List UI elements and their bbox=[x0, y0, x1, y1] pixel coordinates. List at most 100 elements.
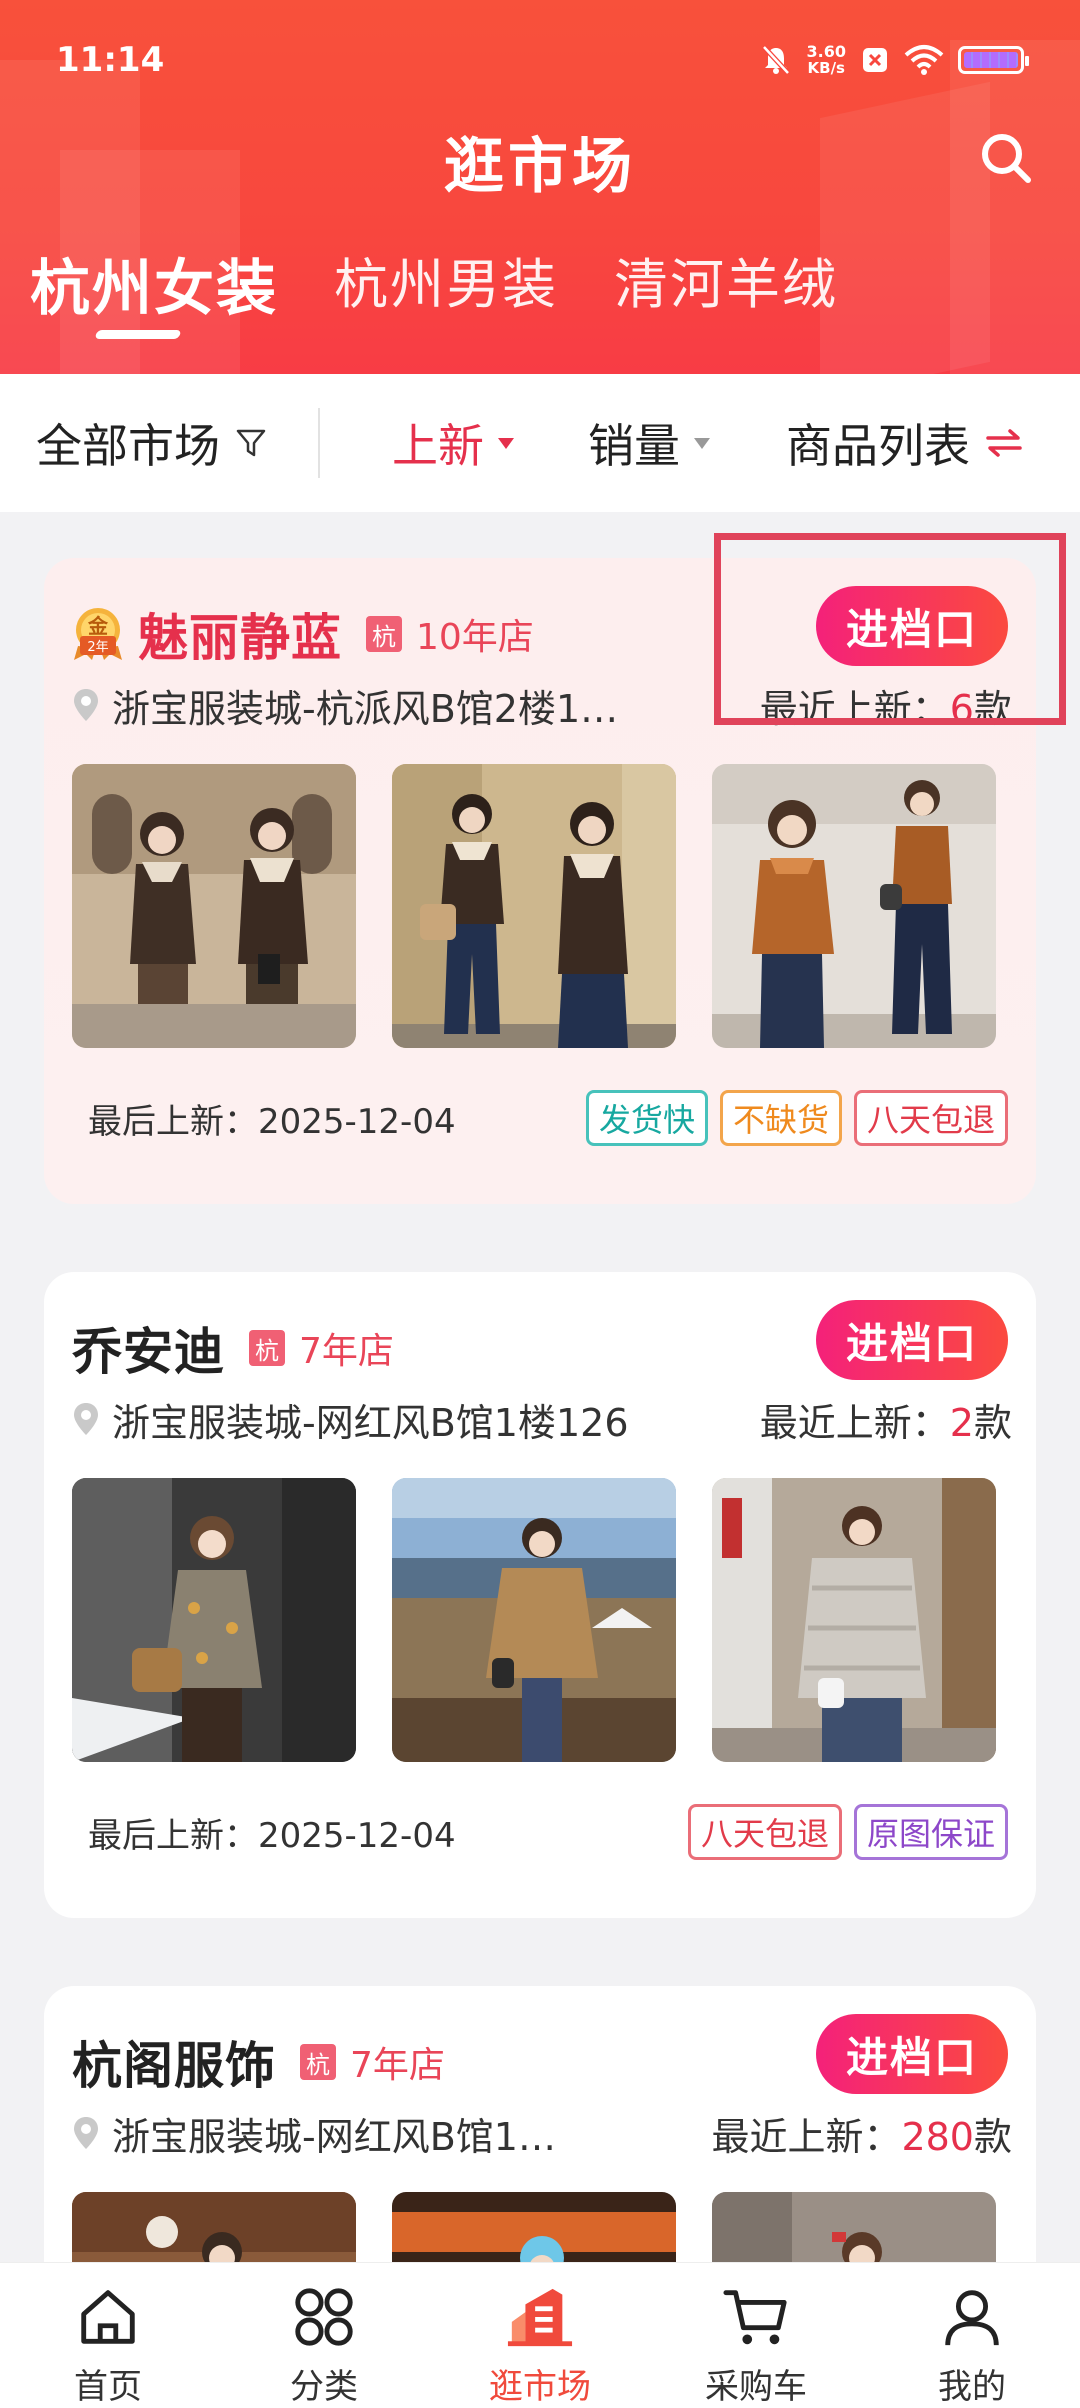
header: 11:14 3.60 KB/s 逛市场 杭州女装 杭州男装 清河羊绒 bbox=[0, 0, 1080, 374]
search-icon bbox=[982, 134, 1031, 183]
shop-header: 金 2年 魅丽静蓝 杭 10年店 bbox=[72, 598, 534, 670]
net-speed: 3.60 KB/s bbox=[807, 44, 846, 77]
filter-list-label: 商品列表 bbox=[786, 419, 970, 473]
product-photo[interactable] bbox=[72, 1478, 356, 1762]
nav-market[interactable]: 逛市场 bbox=[432, 2263, 648, 2408]
filter-all-markets-label: 全部市场 bbox=[36, 419, 220, 473]
tag-original-photo: 原图保证 bbox=[853, 1804, 1008, 1860]
nav-profile[interactable]: 我的 bbox=[864, 2263, 1080, 2408]
mute-bell-icon bbox=[761, 45, 790, 75]
filter-new-label: 上新 bbox=[392, 419, 484, 473]
product-photo[interactable] bbox=[392, 764, 676, 1048]
search-button[interactable] bbox=[976, 128, 1036, 188]
shop-address: 浙宝服装城-网红风B馆1楼126 bbox=[112, 1400, 629, 1445]
tab-hangzhou-men[interactable]: 杭州男装 bbox=[334, 240, 558, 327]
tag-in-stock: 不缺货 bbox=[719, 1090, 842, 1146]
shop-address: 浙宝服装城-网红风B馆1… bbox=[112, 2114, 556, 2159]
shop-age: 10年店 bbox=[416, 617, 534, 658]
recent-prefix: 最近上新： bbox=[711, 2114, 902, 2159]
tag-fast-shipping: 发货快 bbox=[585, 1090, 708, 1146]
tag-8day-return: 八天包退 bbox=[687, 1804, 842, 1860]
product-photo[interactable] bbox=[712, 764, 996, 1048]
market-tabs: 杭州女装 杭州男装 清河羊绒 bbox=[30, 240, 838, 327]
recent-suffix: 款 bbox=[973, 1400, 1012, 1445]
net-speed-unit: KB/s bbox=[807, 59, 845, 77]
tab-active-indicator bbox=[94, 330, 182, 339]
region-badge: 杭 bbox=[300, 2044, 336, 2080]
product-photo[interactable] bbox=[712, 1478, 996, 1762]
product-photos bbox=[72, 764, 996, 1048]
cart-icon bbox=[723, 2290, 787, 2345]
battery-icon bbox=[958, 46, 1029, 74]
shop-header: 乔安迪 杭 7年店 bbox=[72, 1312, 394, 1384]
shop-name[interactable]: 魅丽静蓝 bbox=[138, 598, 342, 670]
product-photo[interactable] bbox=[392, 1478, 676, 1762]
gold-medal-icon: 金 2年 bbox=[72, 606, 124, 662]
nav-profile-label: 我的 bbox=[938, 2367, 1006, 2407]
category-icon bbox=[295, 2288, 353, 2346]
shop-age: 7年店 bbox=[350, 2045, 445, 2086]
last-new-date: 最后上新：2025-12-04 bbox=[88, 1815, 456, 1856]
last-new-row: 最后上新：2025-12-04 发货快 不缺货 八天包退 bbox=[88, 1090, 1008, 1146]
switch-view-icon bbox=[986, 429, 1022, 457]
recent-new-count: 最近上新：2款 bbox=[760, 1392, 1012, 1447]
filter-all-markets[interactable]: 全部市场 bbox=[36, 410, 268, 476]
status-icons: 3.60 KB/s bbox=[759, 40, 1029, 80]
status-bar: 11:14 3.60 KB/s bbox=[0, 0, 1080, 120]
service-tags: 发货快 不缺货 八天包退 bbox=[585, 1090, 1008, 1146]
filter-new[interactable]: 上新 bbox=[392, 410, 514, 476]
location-pin-icon bbox=[74, 689, 98, 721]
nav-home-label: 首页 bbox=[74, 2367, 142, 2407]
page-title: 逛市场 bbox=[444, 132, 636, 202]
nav-home[interactable]: 首页 bbox=[0, 2263, 216, 2408]
sim-off-icon bbox=[863, 48, 887, 72]
filter-sales[interactable]: 销量 bbox=[588, 410, 710, 476]
profile-icon bbox=[945, 2290, 999, 2346]
filter-divider bbox=[318, 408, 320, 478]
recent-count: 2 bbox=[949, 1400, 974, 1445]
nav-category-label: 分类 bbox=[290, 2367, 358, 2407]
caret-down-icon bbox=[694, 437, 710, 449]
shop-name[interactable]: 杭阁服饰 bbox=[72, 2026, 276, 2098]
service-tags: 八天包退 原图保证 bbox=[687, 1804, 1008, 1860]
market-icon bbox=[507, 2288, 573, 2347]
nav-cart-label: 采购车 bbox=[705, 2367, 807, 2407]
funnel-icon bbox=[236, 429, 266, 457]
shop-header: 杭阁服饰 杭 7年店 bbox=[72, 2026, 445, 2098]
recent-count: 280 bbox=[901, 2114, 974, 2159]
home-icon bbox=[81, 2290, 135, 2344]
tab-hangzhou-women[interactable]: 杭州女装 bbox=[30, 240, 278, 327]
location-pin-icon bbox=[74, 2117, 98, 2149]
region-badge: 杭 bbox=[366, 616, 402, 652]
nav-cart[interactable]: 采购车 bbox=[648, 2263, 864, 2408]
medal-bottom-text: 2年 bbox=[80, 636, 116, 655]
shop-card[interactable]: 乔安迪 杭 7年店 进档口 浙宝服装城-网红风B馆1楼126 最近上新：2款 最… bbox=[44, 1272, 1036, 1918]
bottom-nav: 首页 分类 逛市场 采购车 我的 bbox=[0, 2262, 1080, 2408]
battery-fill bbox=[964, 52, 1018, 68]
enter-stall-button[interactable]: 进档口 bbox=[816, 1300, 1008, 1380]
caret-down-icon bbox=[498, 437, 514, 449]
filter-list-toggle[interactable]: 商品列表 bbox=[786, 410, 1024, 476]
medal-top-text: 金 bbox=[88, 614, 108, 638]
enter-stall-button[interactable]: 进档口 bbox=[816, 2014, 1008, 2094]
product-photo[interactable] bbox=[72, 764, 356, 1048]
shop-name[interactable]: 乔安迪 bbox=[72, 1312, 225, 1384]
location-pin-icon bbox=[74, 1403, 98, 1435]
recent-new-count: 最近上新：280款 bbox=[711, 2106, 1012, 2161]
recent-suffix: 款 bbox=[973, 2114, 1012, 2159]
nav-category[interactable]: 分类 bbox=[216, 2263, 432, 2408]
shop-address: 浙宝服装城-杭派风B馆2楼1… bbox=[112, 686, 619, 731]
filter-bar: 全部市场 上新 销量 商品列表 bbox=[0, 374, 1080, 512]
address-row: 浙宝服装城-网红风B馆1… 最近上新：280款 bbox=[72, 2106, 1012, 2161]
wifi-icon bbox=[904, 45, 944, 75]
product-photos bbox=[72, 1478, 996, 1762]
status-time: 11:14 bbox=[56, 40, 165, 80]
address-row: 浙宝服装城-网红风B馆1楼126 最近上新：2款 bbox=[72, 1392, 1012, 1447]
highlight-box bbox=[714, 533, 1066, 725]
nav-market-label: 逛市场 bbox=[489, 2367, 591, 2407]
region-badge: 杭 bbox=[249, 1330, 285, 1366]
tab-qinghe-cashmere[interactable]: 清河羊绒 bbox=[614, 240, 838, 327]
recent-prefix: 最近上新： bbox=[759, 1400, 950, 1445]
last-new-date: 最后上新：2025-12-04 bbox=[88, 1101, 456, 1142]
tag-8day-return: 八天包退 bbox=[853, 1090, 1008, 1146]
